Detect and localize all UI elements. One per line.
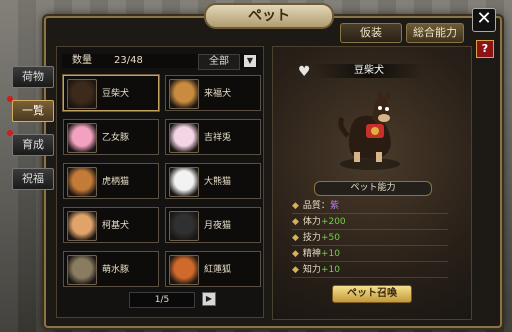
bullet-icon: ◆ (292, 233, 299, 243)
pet-name: 月夜猫 (204, 221, 232, 231)
side-tab-train[interactable]: 育成 (12, 134, 54, 156)
pet-cell[interactable]: 乙女豚 (63, 119, 159, 155)
tab-total-ability[interactable]: 総合能力 (406, 23, 464, 43)
pet-avatar (67, 79, 97, 109)
stat-row: ◆ 知力+10 (292, 264, 448, 278)
bullet-icon: ◆ (292, 217, 299, 227)
pet-name: 吉祥兎 (204, 133, 232, 143)
stat-value: +10 (320, 265, 340, 275)
stat-label: 精神 (302, 249, 321, 259)
next-icon[interactable]: ▶ (202, 292, 216, 306)
pet-cell[interactable]: 豆柴犬 (63, 75, 159, 111)
stat-value: +50 (320, 233, 340, 243)
stat-row: ◆ 技力+50 (292, 232, 448, 246)
pet-cell[interactable]: 月夜猫 (165, 207, 261, 243)
pet-name: 紅蓮狐 (204, 265, 232, 275)
quantity-label: 数量 (72, 55, 92, 66)
pet-avatar (169, 167, 199, 197)
stat-value: +200 (320, 217, 346, 227)
pet-cell[interactable]: 紅蓮狐 (165, 251, 261, 287)
selected-pet-name: 豆柴犬 (314, 64, 424, 78)
pet-avatar (67, 211, 97, 241)
close-icon[interactable]: ✕ (472, 8, 496, 32)
stat-row: ◆ 品質：紫 (292, 200, 448, 214)
filter-select[interactable]: 全部 (198, 54, 240, 70)
stat-value: +10 (320, 249, 340, 259)
pet-avatar (169, 211, 199, 241)
pet-name: 大熊猫 (204, 177, 232, 187)
pet-avatar (67, 123, 97, 153)
pet-cell[interactable]: 大熊猫 (165, 163, 261, 199)
pet-name: 虎柄猫 (102, 177, 130, 187)
stat-row: ◆ 体力+200 (292, 216, 448, 230)
stat-label: 技力 (302, 233, 321, 243)
summon-button[interactable]: ペット召喚 (332, 285, 412, 303)
pet-cell[interactable]: 柯基犬 (63, 207, 159, 243)
ability-header: ペット能力 (314, 181, 432, 196)
page-indicator: 1/5 (129, 292, 195, 308)
stat-label: 知力 (302, 265, 321, 275)
pet-preview (338, 88, 400, 170)
pet-name: 豆柴犬 (102, 89, 130, 99)
help-icon[interactable]: ? (476, 40, 494, 58)
pet-avatar (169, 123, 199, 153)
pet-name: 来福犬 (204, 89, 232, 99)
stat-label: 品質： (302, 201, 330, 211)
pet-avatar (169, 255, 199, 285)
heart-icon[interactable]: ♥ (298, 64, 311, 80)
bullet-icon: ◆ (292, 265, 299, 275)
pet-cell[interactable]: 萌水豚 (63, 251, 159, 287)
pet-cell[interactable]: 吉祥兎 (165, 119, 261, 155)
pet-name: 萌水豚 (102, 265, 130, 275)
pet-name: 柯基犬 (102, 221, 130, 231)
side-tab-list[interactable]: 一覧 (12, 100, 54, 122)
pet-name: 乙女豚 (102, 133, 130, 143)
quantity-value: 23/48 (114, 55, 143, 66)
pet-avatar (169, 79, 199, 109)
pet-avatar (67, 255, 97, 285)
stat-value: 紫 (329, 201, 339, 211)
window-title: ペット (204, 3, 334, 29)
pet-cell[interactable]: 虎柄猫 (63, 163, 159, 199)
list-header: 数量 23/48 全部 ▼ (62, 54, 258, 70)
dropdown-icon[interactable]: ▼ (244, 55, 256, 67)
pet-cell[interactable]: 来福犬 (165, 75, 261, 111)
stat-row: ◆ 精神+10 (292, 248, 448, 262)
stat-label: 体力 (302, 217, 321, 227)
side-tab-items[interactable]: 荷物 (12, 66, 54, 88)
side-tab-bless[interactable]: 祝福 (12, 168, 54, 190)
bullet-icon: ◆ (292, 249, 299, 259)
bullet-icon: ◆ (292, 201, 299, 211)
pet-avatar (67, 167, 97, 197)
tab-costume[interactable]: 仮装 (340, 23, 402, 43)
